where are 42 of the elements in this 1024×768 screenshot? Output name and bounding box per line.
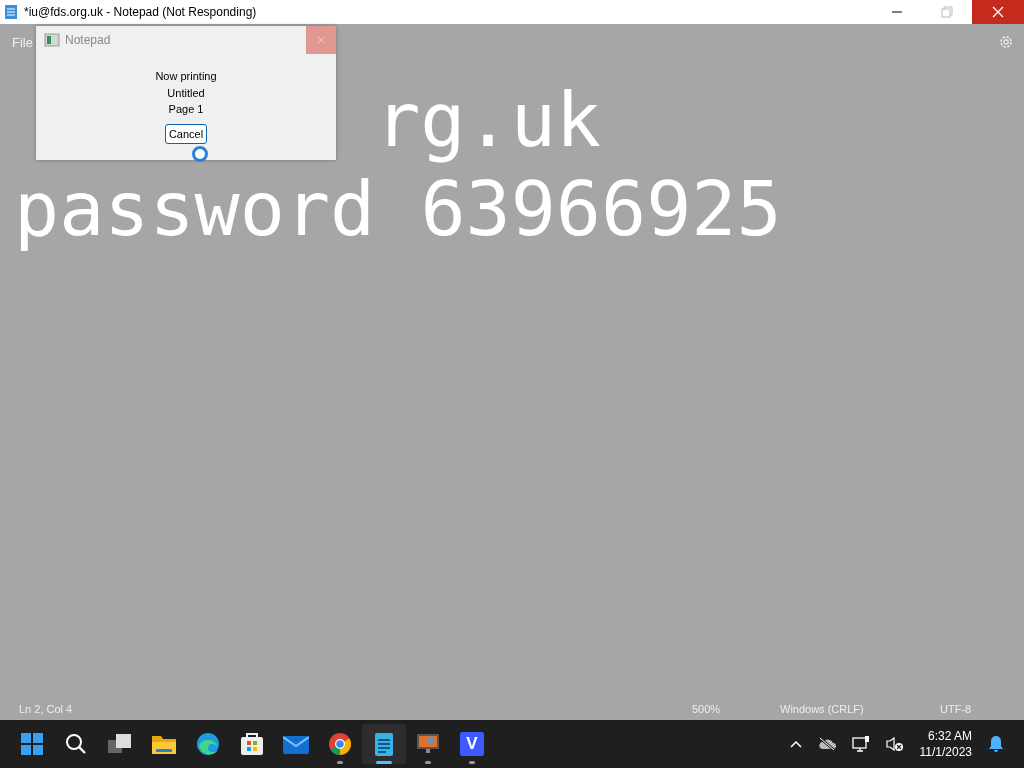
dialog-text: Now printing bbox=[155, 69, 217, 84]
printer-icon bbox=[44, 33, 60, 47]
volume-muted-icon[interactable] bbox=[885, 736, 904, 752]
cursor-position: Ln 2, Col 4 bbox=[19, 703, 74, 715]
store-icon bbox=[240, 732, 264, 756]
clock[interactable]: 6:32 AM 11/1/2023 bbox=[919, 728, 972, 760]
time: 6:32 AM bbox=[927, 728, 972, 744]
busy-cursor-icon bbox=[192, 146, 208, 162]
bell-icon[interactable] bbox=[988, 735, 1004, 753]
search-icon bbox=[65, 733, 87, 755]
browser-icon bbox=[328, 732, 352, 756]
line-ending: Windows (CRLF) bbox=[780, 703, 865, 715]
monitor-icon bbox=[416, 732, 440, 756]
taskbar-button[interactable] bbox=[362, 724, 406, 764]
mail-icon bbox=[283, 734, 309, 754]
browser-icon bbox=[196, 732, 220, 756]
cloud-off-icon[interactable] bbox=[817, 737, 836, 751]
editor-text: password 63966925 bbox=[14, 165, 782, 254]
zoom-level: 500% bbox=[692, 703, 722, 715]
dialog-title: Notepad bbox=[65, 33, 112, 47]
taskbar-button[interactable]: V bbox=[450, 724, 494, 764]
app-icon: V bbox=[460, 732, 484, 756]
dialog-text: Page 1 bbox=[168, 102, 204, 117]
close-icon bbox=[992, 6, 1004, 18]
running-indicator bbox=[469, 761, 475, 764]
network-icon[interactable] bbox=[851, 736, 870, 752]
editor-text: rg.uk bbox=[375, 76, 601, 165]
running-indicator bbox=[337, 761, 343, 764]
notepad-icon bbox=[374, 731, 394, 757]
notepad-icon bbox=[4, 4, 18, 20]
close-icon bbox=[317, 36, 325, 44]
date: 11/1/2023 bbox=[919, 744, 972, 760]
cancel-button[interactable]: Cancel bbox=[164, 123, 208, 144]
task-view-icon bbox=[108, 734, 132, 754]
encoding: UTF-8 bbox=[940, 703, 973, 715]
dialog-text: Untitled bbox=[167, 85, 205, 101]
chevron-up-icon[interactable] bbox=[789, 740, 802, 748]
windows-icon bbox=[21, 733, 43, 755]
running-indicator bbox=[376, 761, 392, 764]
folder-icon bbox=[152, 734, 176, 754]
window-title: *iu@fds.org.uk - Notepad (Not Responding) bbox=[24, 5, 258, 19]
running-indicator bbox=[425, 761, 431, 764]
